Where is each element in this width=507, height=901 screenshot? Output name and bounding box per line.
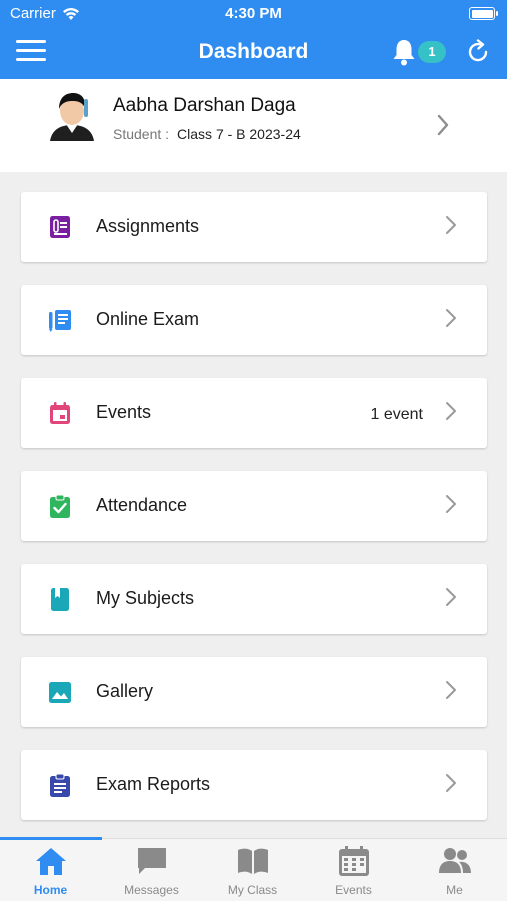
chevron-right-icon <box>446 588 456 606</box>
class-info: Class 7 - B 2023-24 <box>177 126 301 142</box>
tab-label: My Class <box>227 883 278 897</box>
student-class-line: Student : Class 7 - B 2023-24 <box>113 126 301 142</box>
clipboard-check-icon <box>50 494 70 518</box>
chevron-right-icon <box>446 681 456 699</box>
nav-bar: Dashboard 1 <box>0 30 507 76</box>
menu-item-online-exam[interactable]: Online Exam <box>21 285 487 355</box>
tab-label: Me <box>446 883 463 897</box>
calendar-icon <box>339 846 369 876</box>
menu-item-label: Gallery <box>96 681 154 701</box>
battery-icon <box>469 7 498 20</box>
menu-item-assignments[interactable]: Assignments <box>21 192 487 262</box>
tab-label: Messages <box>124 883 179 897</box>
role-label: Student : <box>113 126 170 142</box>
menu-item-my-subjects[interactable]: My Subjects <box>21 564 487 634</box>
menu-item-label: Events <box>96 402 152 422</box>
notification-badge[interactable]: 1 <box>418 41 446 63</box>
menu-item-label: Assignments <box>96 216 200 236</box>
people-icon <box>439 848 471 873</box>
menu-item-label: Exam Reports <box>96 774 211 794</box>
profile-card[interactable]: Aabha Darshan Daga Student : Class 7 - B … <box>0 79 507 172</box>
menu-item-label: Online Exam <box>96 309 200 329</box>
tab-label: Events <box>335 883 372 897</box>
event-count: 1 event <box>370 406 423 423</box>
message-icon <box>138 848 166 874</box>
avatar <box>50 93 94 141</box>
open-book-icon <box>238 848 268 874</box>
student-name: Aabha Darshan Daga <box>113 95 296 116</box>
home-icon <box>36 848 66 875</box>
image-icon <box>49 682 71 703</box>
chevron-right-icon <box>446 495 456 513</box>
calendar-icon <box>50 402 70 424</box>
menu-item-attendance[interactable]: Attendance <box>21 471 487 541</box>
refresh-icon[interactable] <box>465 39 491 65</box>
chevron-right-icon <box>446 309 456 327</box>
chevron-right-icon <box>437 114 449 136</box>
report-icon <box>50 773 70 797</box>
chevron-right-icon <box>446 774 456 792</box>
bottom-tab-bar: Home Messages My Class Events Me <box>0 837 507 901</box>
tab-events[interactable]: Events <box>303 839 404 901</box>
top-bar: Carrier 4:30 PM Dashboard 1 <box>0 0 507 79</box>
tab-my-class[interactable]: My Class <box>202 839 303 901</box>
menu-item-label: My Subjects <box>96 588 195 608</box>
menu-item-gallery[interactable]: Gallery <box>21 657 487 727</box>
tab-label: Home <box>33 883 68 897</box>
tab-home[interactable]: Home <box>0 839 101 901</box>
menu-item-exam-reports[interactable]: Exam Reports <box>21 750 487 820</box>
book-icon <box>51 588 69 611</box>
tab-me[interactable]: Me <box>404 839 505 901</box>
assignment-icon <box>50 216 70 238</box>
menu-item-label: Attendance <box>96 495 188 515</box>
menu-item-events[interactable]: Events 1 event <box>21 378 487 448</box>
chevron-right-icon <box>446 216 456 234</box>
tab-messages[interactable]: Messages <box>101 839 202 901</box>
online-exam-icon <box>49 310 71 332</box>
status-bar: Carrier 4:30 PM <box>0 0 507 28</box>
status-time: 4:30 PM <box>225 5 282 22</box>
chevron-right-icon <box>446 402 456 420</box>
bell-icon[interactable] <box>390 37 418 67</box>
